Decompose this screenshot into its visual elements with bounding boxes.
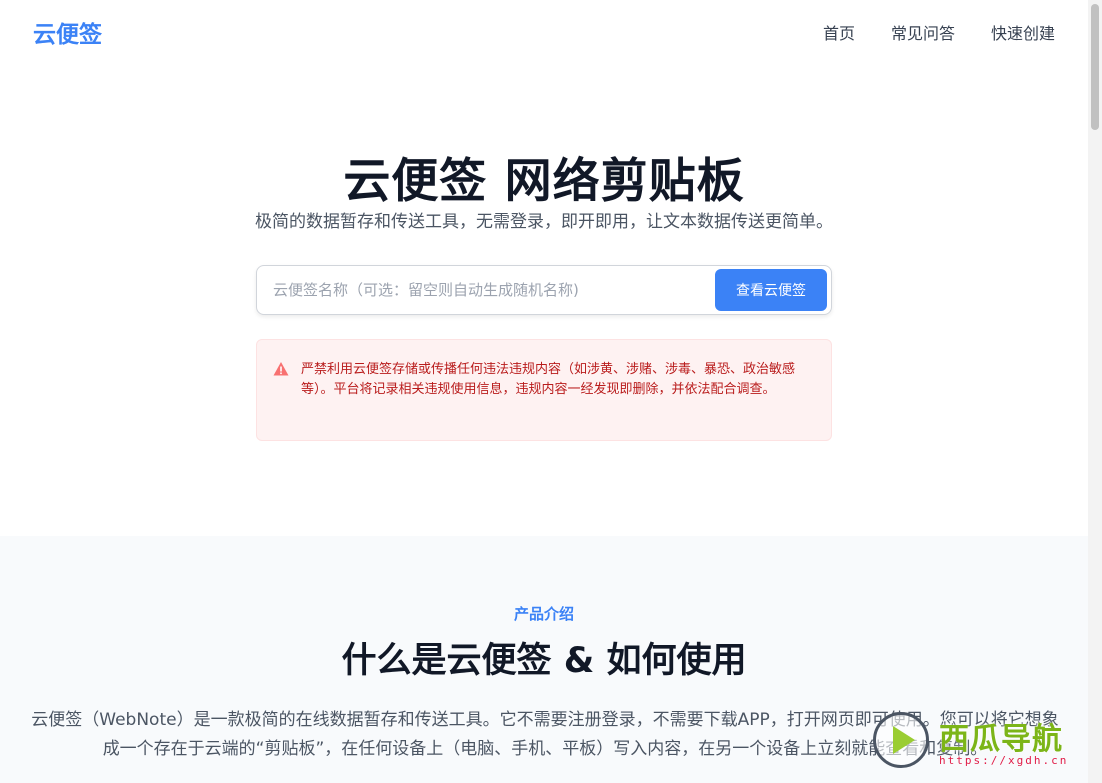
note-search-box: 查看云便签	[256, 265, 832, 315]
warning-triangle-icon	[273, 362, 289, 376]
nav-link-faq[interactable]: 常见问答	[891, 20, 955, 44]
watermark-logo: 西瓜导航 https://xgdh.cn	[873, 712, 1088, 774]
note-name-input[interactable]	[273, 281, 715, 299]
intro-eyebrow: 产品介绍	[513, 605, 574, 623]
intro-heading: 什么是云便签 & 如何使用	[341, 641, 747, 681]
hero-subtitle: 极简的数据暂存和传送工具，无需登录，即开即用，让文本数据传送更简单。	[255, 212, 833, 232]
play-icon	[893, 726, 915, 754]
hero-title: 云便签 网络剪贴板	[343, 154, 745, 209]
navbar: 云便签 首页 常见问答 快速创建	[0, 0, 1088, 64]
nav-links: 首页 常见问答 快速创建	[823, 20, 1055, 44]
hero-section: 云便签 网络剪贴板 极简的数据暂存和传送工具，无需登录，即开即用，让文本数据传送…	[0, 64, 1088, 536]
watermark-title: 西瓜导航	[939, 722, 1063, 757]
page: 云便签 首页 常见问答 快速创建 云便签 网络剪贴板 极简的数据暂存和传送工具，…	[0, 0, 1088, 783]
nav-link-quick-create[interactable]: 快速创建	[991, 20, 1055, 44]
site-logo[interactable]: 云便签	[33, 15, 102, 49]
nav-link-home[interactable]: 首页	[823, 20, 855, 44]
warning-alert: 严禁利用云便签存储或传播任何违法违规内容（如涉黄、涉赌、涉毒、暴恐、政治敏感等）…	[256, 339, 832, 441]
watermark-url: https://xgdh.cn	[939, 754, 1069, 767]
view-note-button[interactable]: 查看云便签	[715, 269, 827, 311]
scrollbar[interactable]	[1088, 0, 1102, 783]
scrollbar-thumb[interactable]	[1091, 4, 1099, 130]
warning-text: 严禁利用云便签存储或传播任何违法违规内容（如涉黄、涉赌、涉毒、暴恐、政治敏感等）…	[301, 362, 796, 397]
